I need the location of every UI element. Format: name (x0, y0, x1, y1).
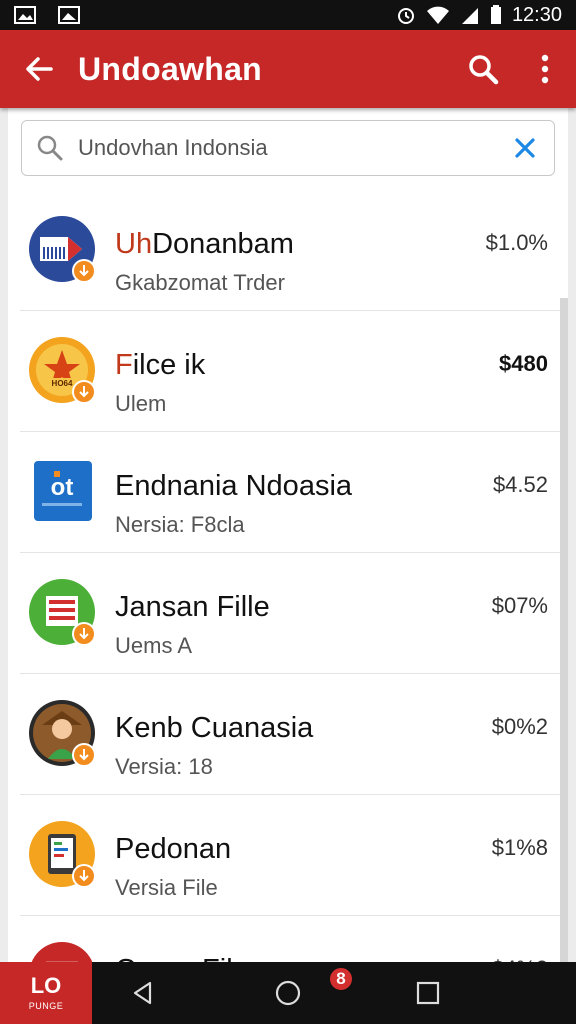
item-title: UhDonanbam (115, 228, 294, 260)
photo-icon (58, 6, 80, 24)
app-label: PUNGE (28, 1001, 64, 1011)
list-item[interactable]: Jansan Fille Uems A $07% (20, 553, 560, 674)
search-input[interactable] (78, 128, 496, 168)
svg-text:HO64: HO64 (52, 379, 73, 388)
app-switch-button[interactable]: LO PUNGE (0, 962, 92, 1024)
item-subtitle: Versia: 18 (115, 754, 213, 779)
character-icon (29, 700, 96, 767)
item-title: Filce ik (115, 349, 206, 381)
page-title: Undoawhan (78, 50, 263, 87)
alarm-icon (397, 8, 414, 24)
item-title: Kenb Cuanasia (115, 712, 314, 744)
item-title: Pedonan (115, 833, 232, 865)
list-item[interactable]: Pedonan Versia File $1%8 (20, 795, 560, 916)
back-button[interactable] (0, 30, 78, 108)
arrow-left-icon (26, 57, 53, 81)
search-box (21, 120, 555, 176)
wifi-icon (426, 6, 449, 24)
results-list: UhDonanbam Gkabzomat Trder $1.0% HO64 Fi… (8, 190, 560, 964)
star-badge-icon: HO64 (29, 337, 96, 404)
list-item[interactable]: ot Endnania Ndoasia Nersia: F8cla $4.52 (20, 432, 560, 553)
item-price: $1.0% (485, 230, 548, 255)
clear-search-button[interactable] (496, 120, 554, 176)
navigation-bar: LO PUNGE (0, 962, 576, 1024)
app-logo: LO (30, 973, 62, 998)
red-app-icon (30, 942, 94, 964)
document-icon (29, 579, 96, 646)
item-subtitle: Uems A (115, 633, 193, 658)
status-time: 12:30 (511, 3, 562, 26)
item-price: $07% (491, 593, 548, 618)
more-vertical-icon (541, 54, 549, 84)
item-price: $1%8 (491, 835, 548, 860)
app-bar: Undoawhan (0, 30, 576, 108)
list-item[interactable]: UhDonanbam Gkabzomat Trder $1.0% (20, 190, 560, 311)
item-price: $4.52 (492, 472, 548, 497)
item-subtitle: Nersia: F8cla (115, 512, 245, 537)
image-icon (14, 6, 36, 24)
status-bar: 12:30 (0, 0, 576, 30)
signal-icon (461, 8, 478, 24)
list-item[interactable]: HO64 Filce ik Ulem $480 (20, 311, 560, 432)
battery-icon (490, 5, 501, 24)
back-nav-button[interactable] (108, 962, 178, 1024)
magnifier-icon (37, 135, 63, 161)
search-icon (469, 55, 499, 85)
item-title: Jansan Fille (115, 591, 270, 623)
item-price: $0%2 (491, 714, 548, 739)
list-item[interactable]: Curan File $4%2 (20, 916, 560, 964)
triangle-back-icon (133, 981, 152, 1005)
notification-badge: 8 (328, 966, 354, 992)
recents-nav-button[interactable] (393, 962, 463, 1024)
blue-app-icon: ot (34, 461, 92, 521)
search-field-icon-wrap (22, 120, 78, 176)
list-item[interactable]: Kenb Cuanasia Versia: 18 $0%2 (20, 674, 560, 795)
content-panel: UhDonanbam Gkabzomat Trder $1.0% HO64 Fi… (8, 108, 568, 964)
close-icon (515, 138, 535, 158)
item-price: $480 (499, 351, 548, 376)
scrollbar[interactable] (560, 298, 568, 964)
search-button[interactable] (452, 30, 514, 108)
item-title: Endnania Ndoasia (115, 470, 353, 502)
tablet-icon (29, 821, 96, 888)
home-nav-button[interactable] (253, 962, 323, 1024)
item-subtitle: Versia File (115, 875, 218, 900)
item-subtitle: Ulem (115, 391, 167, 416)
circle-home-icon (275, 980, 301, 1006)
flag-barcode-icon (29, 216, 96, 283)
overflow-menu-button[interactable] (514, 30, 576, 108)
item-subtitle: Gkabzomat Trder (115, 270, 285, 295)
square-recents-icon (416, 981, 440, 1005)
svg-text:ot: ot (51, 474, 74, 501)
